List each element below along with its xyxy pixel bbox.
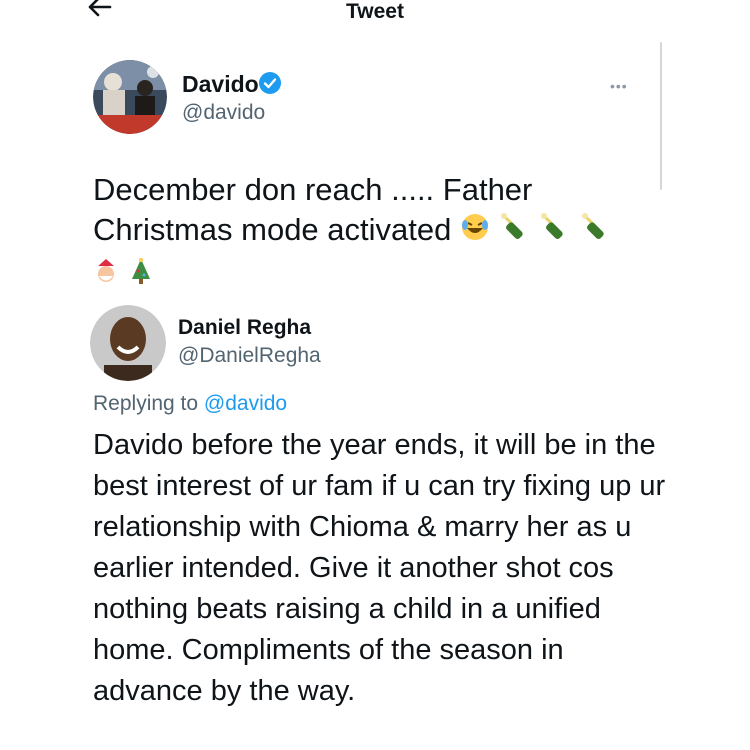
laughing-face-icon <box>460 212 490 252</box>
author-name[interactable]: Davido <box>182 71 259 98</box>
replying-to: Replying to @davido <box>93 392 287 416</box>
page-title: Tweet <box>346 0 404 23</box>
top-bar: Tweet <box>0 0 750 34</box>
verified-badge-icon <box>258 71 282 95</box>
replying-to-link[interactable]: @davido <box>204 392 287 415</box>
champagne-icon <box>499 211 531 253</box>
santa-icon <box>93 255 119 295</box>
reply-author-handle[interactable]: @DanielRegha <box>178 344 321 368</box>
avatar[interactable] <box>93 60 167 134</box>
champagne-icon <box>539 211 571 253</box>
reply-author-name[interactable]: Daniel Regha <box>178 316 311 340</box>
champagne-icon <box>580 211 612 253</box>
replying-to-label: Replying to <box>93 392 199 415</box>
christmas-tree-icon <box>128 255 154 295</box>
more-options-icon[interactable]: ••• <box>610 78 640 94</box>
avatar-image <box>93 60 167 134</box>
tweet-body: December don reach ..... Father Christma… <box>93 170 653 295</box>
author-handle[interactable]: @davido <box>182 101 265 125</box>
avatar[interactable] <box>90 305 166 381</box>
reply-body: Davido before the year ends, it will be … <box>93 429 666 707</box>
scrollbar[interactable] <box>660 42 662 190</box>
avatar-image <box>90 305 166 381</box>
